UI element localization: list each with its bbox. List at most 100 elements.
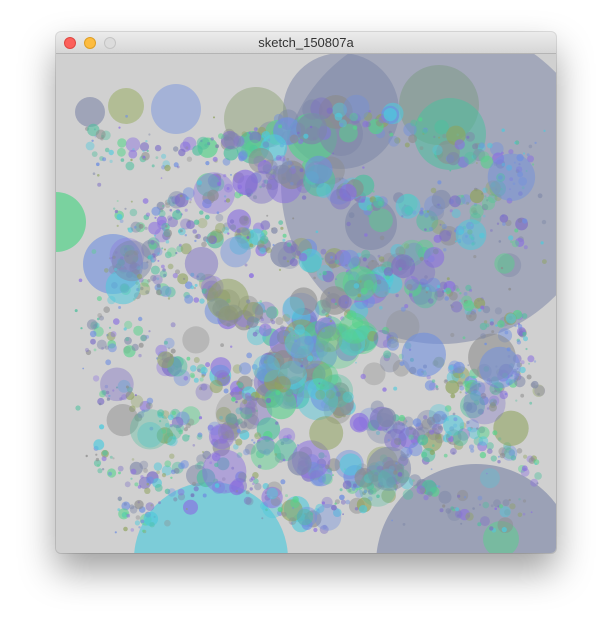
bubble (154, 216, 157, 219)
bubble (441, 223, 447, 230)
bubble (428, 204, 445, 221)
bubble (280, 479, 286, 485)
bubble (430, 468, 433, 471)
bubble (113, 318, 120, 325)
bubble (125, 337, 130, 342)
bubble (360, 198, 366, 203)
bubble (230, 224, 237, 231)
bubble (157, 219, 167, 230)
bubble (419, 256, 424, 261)
bubble (177, 488, 185, 496)
bubble (130, 477, 133, 480)
bubble (193, 172, 236, 214)
bubble (288, 517, 297, 525)
bubble (437, 485, 441, 488)
bubble (444, 296, 450, 301)
bubble (431, 379, 436, 383)
bubble (108, 471, 112, 476)
bubble (330, 298, 336, 304)
bubble (244, 263, 248, 267)
bubble (190, 285, 195, 290)
bubble (285, 494, 288, 498)
bubble (75, 97, 105, 127)
bubble (145, 140, 148, 143)
bubble (252, 354, 281, 382)
bubble (462, 336, 466, 340)
bubble (90, 338, 96, 345)
bubble (494, 389, 497, 393)
bubble (286, 157, 290, 161)
bubble (516, 448, 523, 454)
bubble (170, 476, 173, 479)
bubble (129, 208, 138, 217)
bubble (466, 135, 470, 139)
bubble (186, 356, 191, 361)
bubble (167, 297, 171, 300)
bubble (299, 168, 304, 173)
bubble (130, 468, 137, 475)
bubble (178, 148, 186, 157)
bubble (334, 259, 340, 265)
bubble (193, 357, 200, 363)
bubble (487, 153, 536, 201)
bubble (215, 213, 224, 222)
bubble (151, 259, 155, 263)
bubble (297, 131, 300, 135)
bubble (176, 165, 180, 169)
bubble (124, 207, 127, 210)
bubble (438, 490, 452, 504)
bubble (246, 192, 251, 197)
bubble (425, 287, 430, 291)
bubble (230, 345, 233, 348)
bubble (479, 468, 500, 489)
bubble (531, 380, 539, 389)
bubble (164, 164, 171, 172)
bubble (265, 508, 268, 512)
bubble (257, 464, 262, 469)
bubble (117, 496, 122, 501)
bubble (525, 347, 528, 351)
bubble (164, 519, 171, 527)
bubble (319, 374, 354, 408)
bubble (522, 331, 527, 336)
bubble (472, 143, 479, 150)
bubble (183, 427, 188, 432)
bubble (463, 382, 506, 425)
bubble (180, 218, 192, 230)
bubble (271, 174, 276, 179)
bubble (199, 377, 204, 382)
bubble (173, 146, 179, 152)
bubble (355, 361, 357, 364)
title-bar[interactable]: sketch_150807a (56, 32, 556, 54)
bubble (172, 210, 183, 220)
bubble (225, 198, 231, 203)
bubble (97, 182, 102, 187)
bubble (342, 513, 344, 516)
bubble (516, 340, 522, 345)
bubble (142, 198, 149, 204)
bubble (151, 206, 161, 216)
bubble (199, 210, 204, 215)
bubble (495, 324, 498, 327)
bubble (459, 299, 462, 303)
bubble (192, 444, 196, 447)
bubble (360, 373, 366, 380)
bubble (167, 488, 176, 497)
bubble (160, 177, 163, 179)
bubble (329, 319, 333, 323)
bubble (450, 393, 456, 399)
bubble (445, 380, 460, 394)
bubble (454, 139, 465, 150)
bubble (123, 327, 127, 331)
bubble (520, 393, 525, 398)
bubble (282, 238, 286, 242)
bubble (159, 270, 168, 278)
bubble (95, 457, 100, 462)
bubble (271, 227, 274, 230)
bubble (443, 248, 447, 252)
sketch-canvas[interactable] (56, 54, 556, 553)
bubble (82, 367, 85, 370)
bubble (439, 223, 442, 226)
bubble (429, 449, 435, 455)
bubble (437, 180, 442, 185)
